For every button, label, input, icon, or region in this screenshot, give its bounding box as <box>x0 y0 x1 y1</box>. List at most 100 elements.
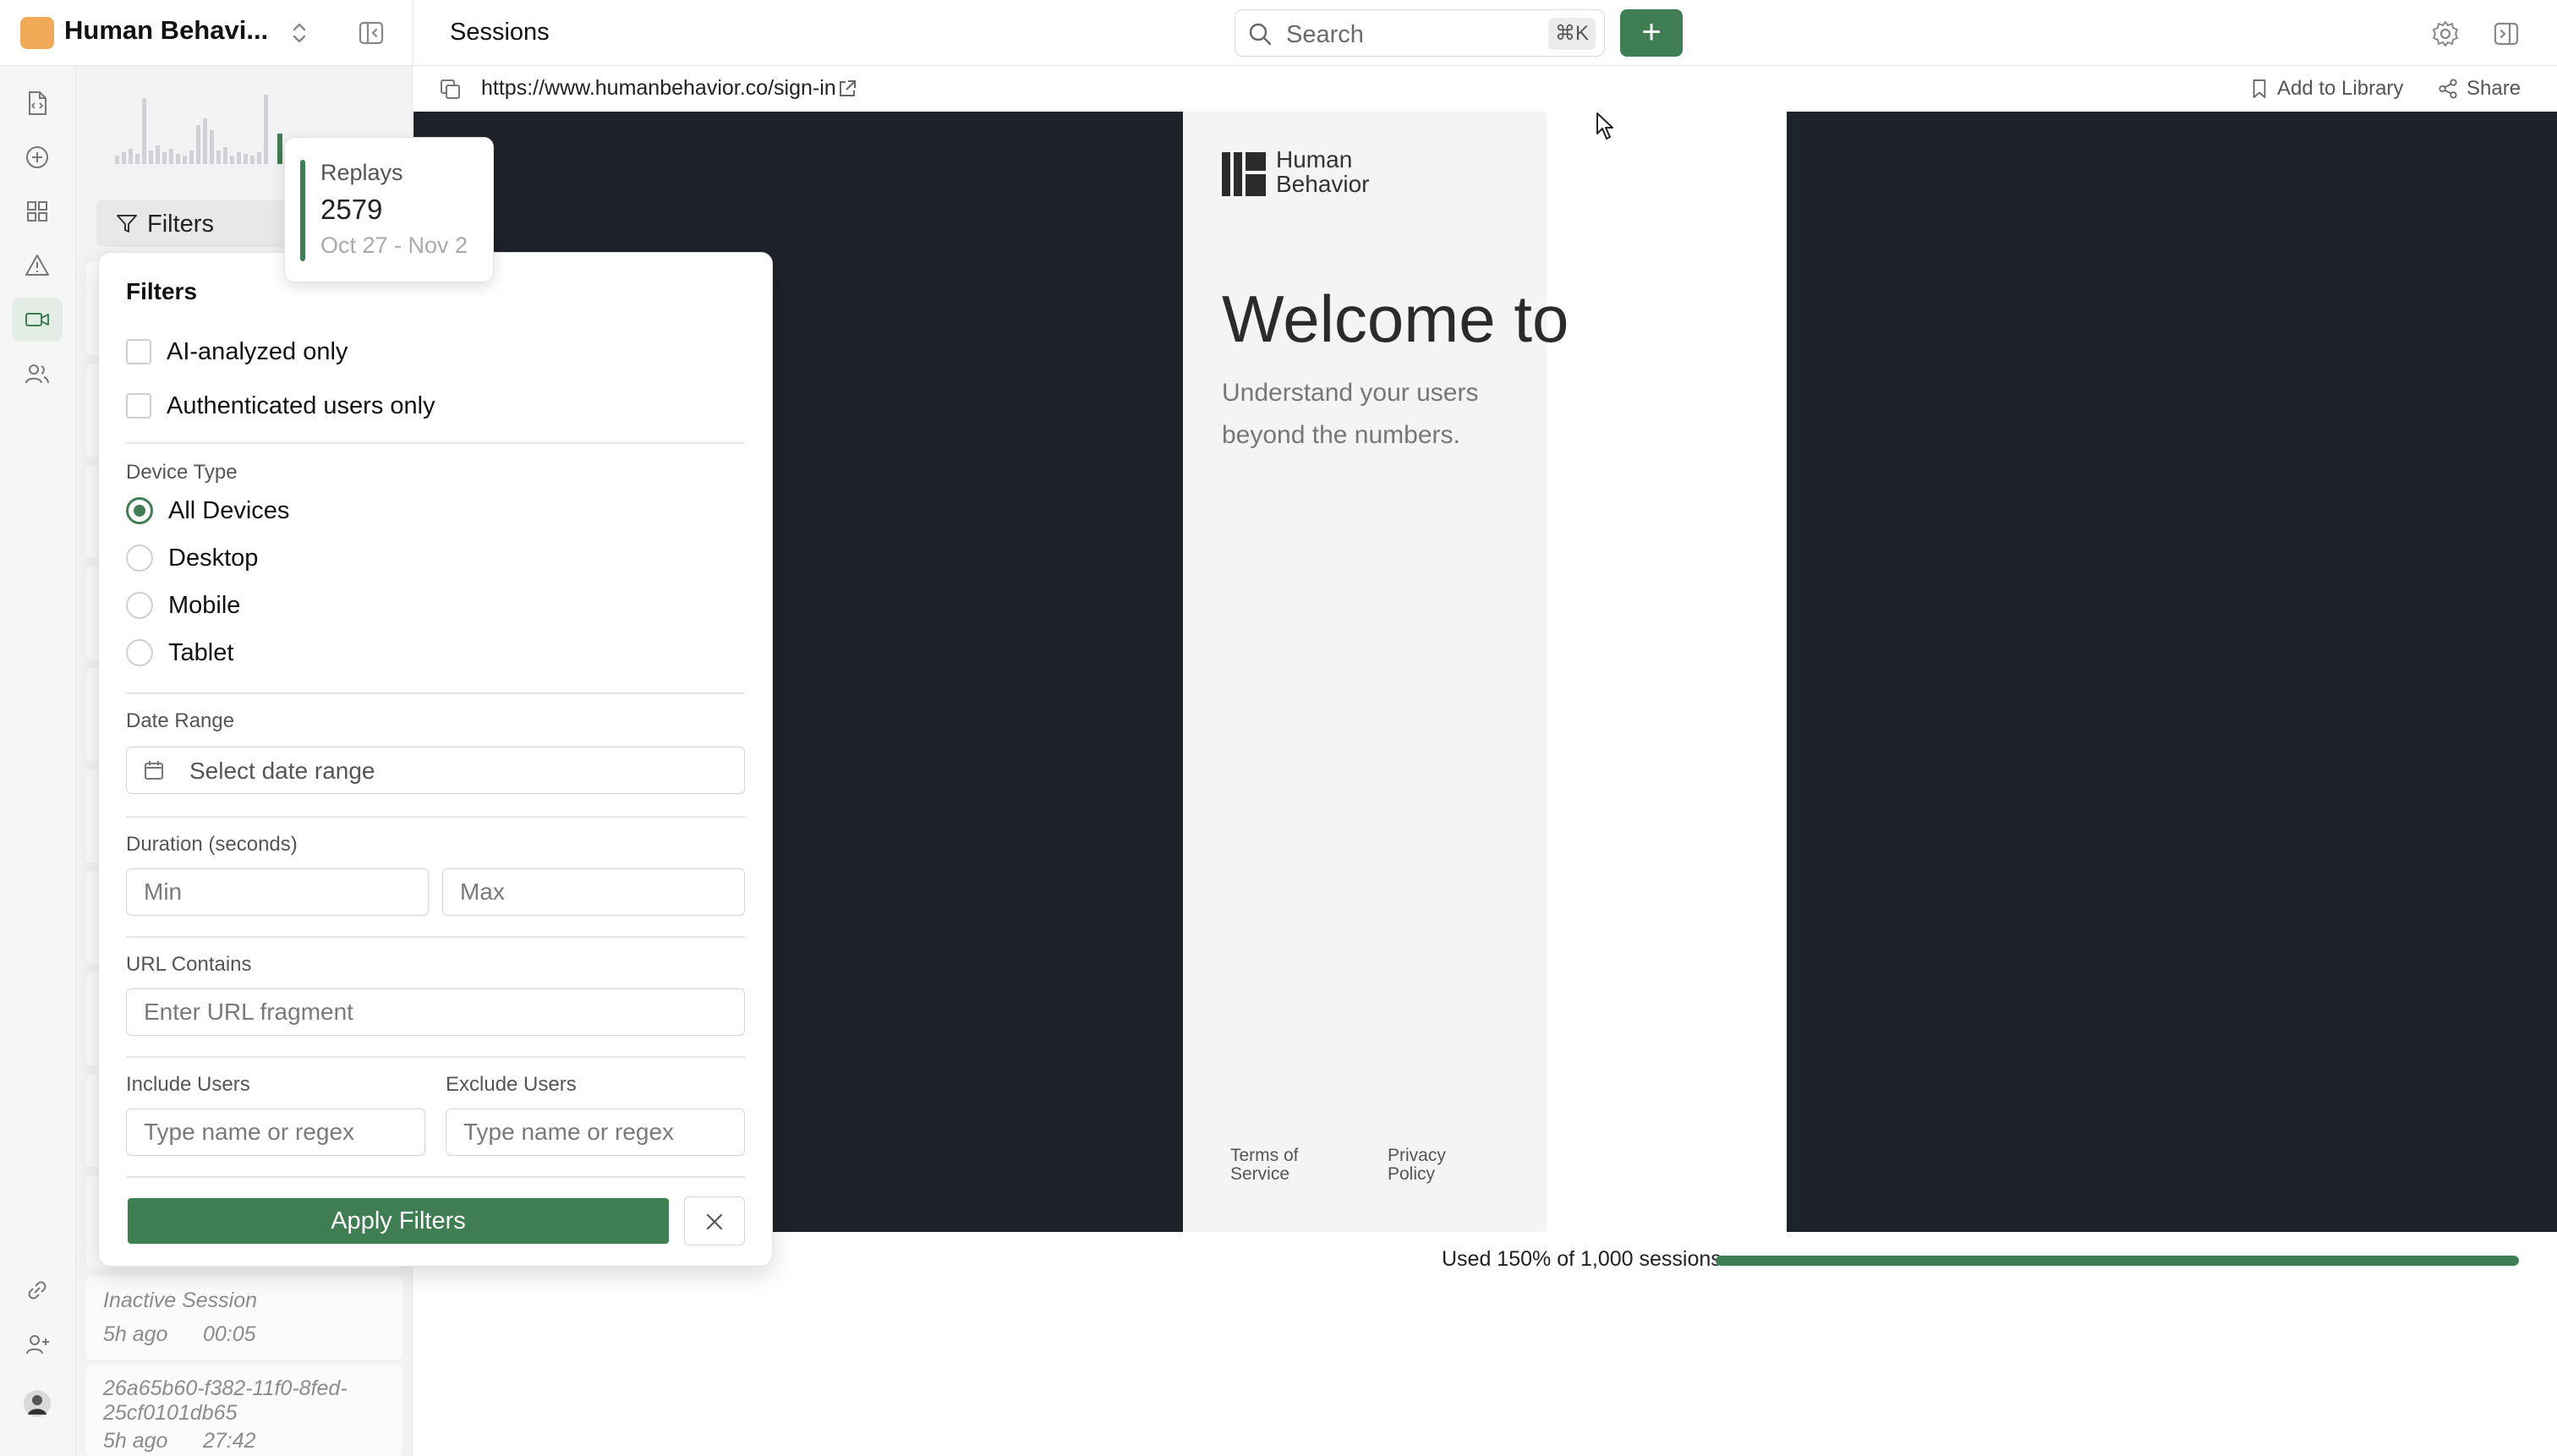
exclude-users-field[interactable] <box>446 1108 745 1156</box>
ai-analyzed-label: AI-analyzed only <box>167 337 348 365</box>
file-code-icon <box>29 91 47 115</box>
include-users-label: Include Users <box>126 1073 250 1096</box>
filter-icon <box>117 215 137 233</box>
rail-item-issues[interactable] <box>12 244 63 287</box>
grid-icon <box>27 201 47 222</box>
session-duration: 27:42 <box>203 1429 256 1453</box>
new-button[interactable]: + <box>1620 9 1683 57</box>
replay-headline: Welcome to <box>1222 282 1569 356</box>
divider <box>126 936 745 938</box>
link-icon <box>28 1281 47 1300</box>
date-range-picker[interactable]: Select date range <box>126 747 745 794</box>
authenticated-checkbox[interactable] <box>126 393 151 419</box>
session-title: Inactive Session <box>103 1289 258 1312</box>
chevron-updown-icon[interactable] <box>287 19 311 47</box>
radio-tablet[interactable] <box>126 639 153 666</box>
ai-analyzed-checkbox[interactable] <box>126 339 151 364</box>
rail-item-links[interactable] <box>12 1268 63 1312</box>
rail-item-dashboards[interactable] <box>12 189 63 233</box>
bookmark-icon <box>2253 79 2266 99</box>
exclude-users-label: Exclude Users <box>446 1073 577 1096</box>
url-contains-field[interactable] <box>126 988 745 1036</box>
close-filters-button[interactable] <box>684 1196 745 1245</box>
authenticated-option[interactable]: Authenticated users only <box>126 391 435 420</box>
divider <box>126 692 745 694</box>
device-option-mobile[interactable]: Mobile <box>126 591 240 620</box>
external-link-icon[interactable] <box>836 78 858 100</box>
nav-rail <box>0 66 76 1456</box>
user-plus-icon <box>26 1335 49 1355</box>
replay-signin-panel: Human Behavior Welcome to Understand you… <box>1183 112 1569 1232</box>
device-option-label: All Devices <box>168 496 290 524</box>
device-option-tablet[interactable]: Tablet <box>126 638 233 667</box>
tooltip-label: Replays <box>320 160 403 185</box>
share-button[interactable]: Share <box>2438 74 2521 103</box>
gear-icon[interactable] <box>2430 19 2461 49</box>
usage-progress-bar <box>1716 1256 2519 1266</box>
usage-text: Used 150% of 1,000 sessions <box>1442 1247 1722 1271</box>
share-label: Share <box>2467 77 2521 100</box>
include-users-input[interactable] <box>127 1109 424 1155</box>
calendar-icon <box>145 761 163 780</box>
filters-button[interactable]: Filters <box>96 200 291 247</box>
replay-brand-name: Human Behavior <box>1276 146 1370 197</box>
duration-max-field[interactable] <box>442 868 745 916</box>
duration-min-input[interactable] <box>127 869 428 915</box>
session-ago: 5h ago <box>103 1322 168 1346</box>
date-range-placeholder: Select date range <box>189 758 375 784</box>
workspace-name[interactable]: Human Behavi... <box>64 15 268 46</box>
session-list-item[interactable]: Inactive Session 5h ago 00:05 <box>86 1277 402 1360</box>
current-url: https://www.humanbehavior.co/sign-in <box>481 76 836 100</box>
collapse-sidebar-icon[interactable] <box>357 19 386 47</box>
usage-progress-fill <box>1716 1256 2519 1266</box>
page-title: Sessions <box>450 19 550 46</box>
close-icon <box>706 1213 723 1230</box>
device-type-label: Device Type <box>126 461 238 484</box>
human-behavior-logo-icon <box>1222 152 1266 196</box>
tooltip-value: 2579 <box>320 194 383 225</box>
device-option-label: Desktop <box>168 544 259 572</box>
divider <box>126 1176 745 1178</box>
filters-popover: Filters AI-analyzed only Authenticated u… <box>98 252 773 1267</box>
device-option-all[interactable]: All Devices <box>126 496 289 525</box>
rail-item-users[interactable] <box>12 352 63 396</box>
session-ago: 5h ago <box>103 1429 168 1453</box>
radio-all-devices[interactable] <box>126 497 153 524</box>
radio-mobile[interactable] <box>126 592 153 619</box>
authenticated-label: Authenticated users only <box>167 391 435 419</box>
duration-max-input[interactable] <box>443 869 744 915</box>
url-contains-input[interactable] <box>127 989 744 1035</box>
workspace-logo[interactable] <box>20 17 54 49</box>
url-contains-label: URL Contains <box>126 953 252 976</box>
url-bar: https://www.humanbehavior.co/sign-in Add… <box>413 66 2557 112</box>
session-duration: 00:05 <box>203 1322 256 1346</box>
exclude-users-input[interactable] <box>446 1109 744 1155</box>
replay-terms-link: Terms of Service <box>1230 1146 1299 1184</box>
copy-icon[interactable] <box>437 76 464 103</box>
duration-min-field[interactable] <box>126 868 429 916</box>
radio-desktop[interactable] <box>126 545 153 572</box>
add-to-library-label: Add to Library <box>2277 77 2404 100</box>
add-to-library-button[interactable]: Add to Library <box>2250 74 2403 103</box>
tooltip-accent-bar <box>300 160 305 261</box>
search-shortcut: ⌘K <box>1547 18 1596 50</box>
rail-item-create[interactable] <box>12 135 63 179</box>
include-users-field[interactable] <box>126 1108 425 1156</box>
chart-tooltip: Replays 2579 Oct 27 - Nov 2 <box>284 137 494 282</box>
duration-label: Duration (seconds) <box>126 833 298 856</box>
rail-item-sessions[interactable] <box>12 298 63 342</box>
right-panel-icon[interactable] <box>2491 19 2521 49</box>
device-option-label: Tablet <box>168 638 234 666</box>
top-bar: Human Behavi... Sessions Search ⌘K + <box>0 0 2557 66</box>
divider <box>126 1056 745 1058</box>
session-list-item[interactable]: 26a65b60-f382-11f0-8fed-25cf0101db65 5h … <box>86 1365 402 1456</box>
ai-analyzed-option[interactable]: AI-analyzed only <box>126 337 348 366</box>
device-option-desktop[interactable]: Desktop <box>126 544 258 572</box>
apply-filters-button[interactable]: Apply Filters <box>128 1198 669 1244</box>
rail-item-documents[interactable] <box>12 81 63 125</box>
search-box[interactable]: Search ⌘K <box>1235 9 1605 57</box>
rail-item-invite[interactable] <box>12 1322 63 1366</box>
filters-button-label: Filters <box>147 211 214 238</box>
user-avatar[interactable] <box>12 1382 63 1426</box>
divider <box>126 816 745 818</box>
